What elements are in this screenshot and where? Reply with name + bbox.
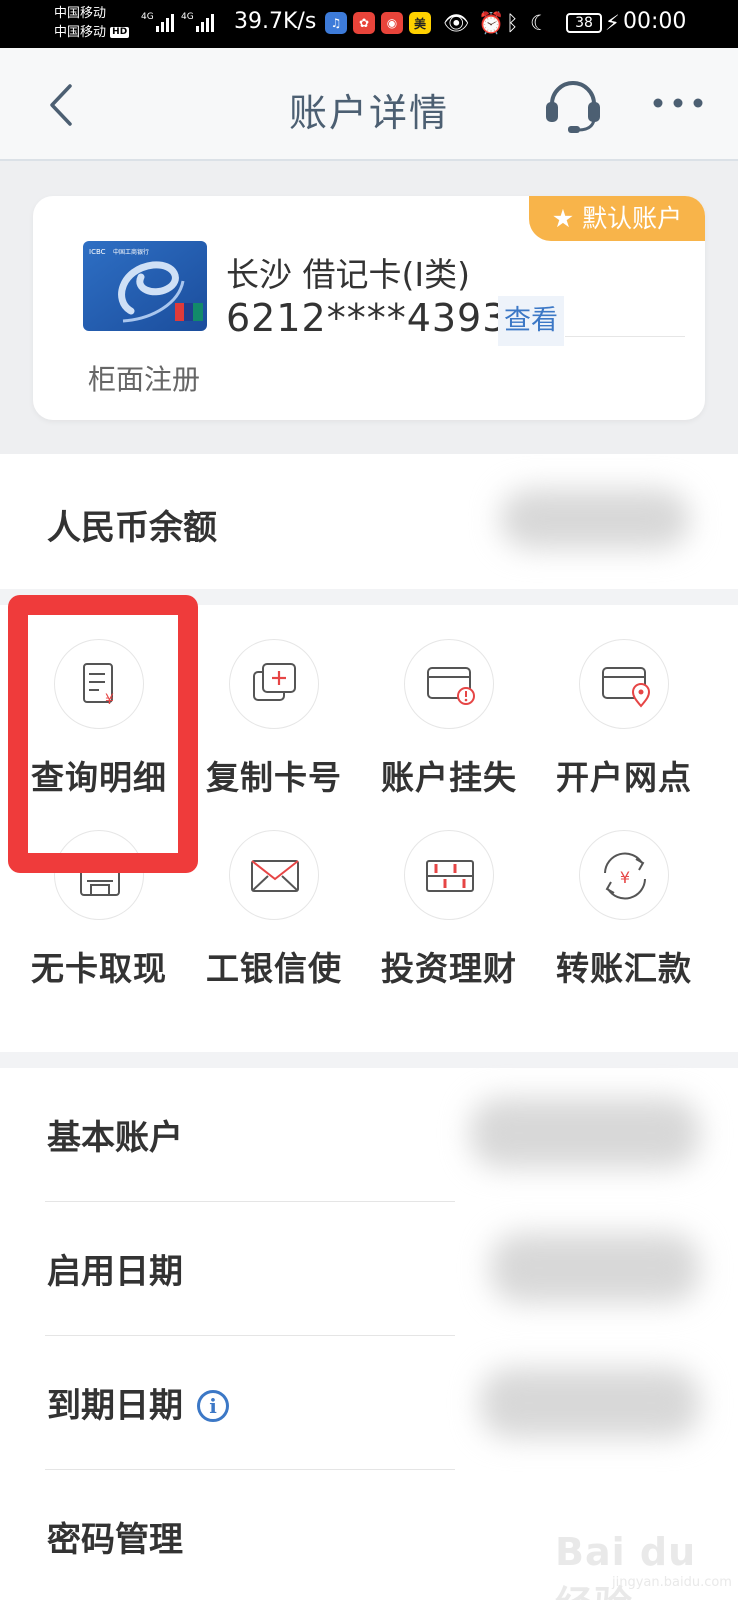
account-card-section: ★ 默认账户 ICBC 中国工商银行 长沙 借记卡(I类) 6212****43… xyxy=(0,161,738,454)
card-brand-text: ICBC xyxy=(89,248,106,256)
detail-row-activation-date: 启用日期 xyxy=(45,1202,455,1336)
function-label: 开户网点 xyxy=(556,758,692,797)
battery-icon: 38 xyxy=(566,13,602,33)
copy-card-icon xyxy=(229,639,319,729)
envelope-icon xyxy=(229,830,319,920)
detail-label: 启用日期 xyxy=(47,1252,183,1292)
report-loss-icon xyxy=(404,639,494,729)
status-bar: 中国移动 中国移动 HD 4G 4G 39.7K/s ♫ ✿ ◉ 美 👁 ⏰ ᛒ… xyxy=(0,0,738,48)
alarm-icon: ⏰ xyxy=(478,11,505,35)
eye-icon: 👁 xyxy=(443,11,470,35)
signal-icon-2 xyxy=(196,14,214,32)
function-label: 转账汇款 xyxy=(556,949,692,988)
bluetooth-icon: ᛒ xyxy=(506,11,519,35)
balance-row: 人民币余额 xyxy=(0,454,738,589)
annotation-highlight-box xyxy=(8,595,198,873)
watermark-url: jingyan.baidu.com xyxy=(612,1575,732,1590)
detail-label: 密码管理 xyxy=(47,1520,183,1560)
bank-card-image: ICBC 中国工商银行 xyxy=(83,241,207,331)
carrier-info: 中国移动 中国移动 HD xyxy=(54,4,130,42)
function-label: 投资理财 xyxy=(381,949,517,988)
network-type-1: 4G xyxy=(141,12,154,22)
transfer-button[interactable]: ¥ 转账汇款 xyxy=(535,820,713,1020)
yen-symbol: ¥ xyxy=(620,868,630,887)
transfer-icon: ¥ xyxy=(579,830,669,920)
blurred-balance-value xyxy=(500,489,690,549)
investment-button[interactable]: 投资理财 xyxy=(360,820,538,1020)
account-card[interactable]: ★ 默认账户 ICBC 中国工商银行 长沙 借记卡(I类) 6212****43… xyxy=(33,196,705,420)
abacus-icon xyxy=(404,830,494,920)
default-account-label: 默认账户 xyxy=(582,204,683,233)
branch-location-button[interactable]: 开户网点 xyxy=(535,605,713,805)
blurred-detail-value xyxy=(490,1233,700,1303)
account-details-list: 基本账户 启用日期 到期日期 i 密码管理 xyxy=(0,1068,738,1600)
detail-row-expiry-date: 到期日期 i xyxy=(45,1336,455,1470)
clock: 00:00 xyxy=(623,9,687,34)
detail-row-password-management[interactable]: 密码管理 xyxy=(45,1470,455,1600)
star-icon: ★ xyxy=(551,204,575,233)
signal-icon xyxy=(156,14,174,32)
info-icon[interactable]: i xyxy=(197,1390,229,1422)
carrier-1: 中国移动 xyxy=(54,6,107,21)
report-loss-button[interactable]: 账户挂失 xyxy=(360,605,538,805)
detail-row-basic-account: 基本账户 xyxy=(45,1068,455,1202)
copy-card-number-button[interactable]: 复制卡号 xyxy=(185,605,363,805)
card-name: 长沙 借记卡(I类) xyxy=(226,255,470,294)
default-account-badge: ★ 默认账户 xyxy=(529,196,705,241)
customer-service-icon[interactable] xyxy=(542,76,604,136)
shop-app-icon: ✿ xyxy=(353,12,375,34)
hd-badge: HD xyxy=(110,27,130,38)
function-label: 复制卡号 xyxy=(206,758,342,797)
meituan-app-icon: 美 xyxy=(409,12,431,34)
detail-label: 基本账户 xyxy=(47,1118,183,1158)
function-label: 无卡取现 xyxy=(31,949,167,988)
card-bank-text: 中国工商银行 xyxy=(113,248,149,256)
network-speed: 39.7K/s xyxy=(234,9,317,34)
navigation-bar: 账户详情 xyxy=(0,48,738,161)
carrier-2: 中国移动 xyxy=(54,25,107,40)
detail-label-text: 到期日期 xyxy=(47,1386,183,1426)
divider xyxy=(565,336,685,337)
icbc-messenger-button[interactable]: 工银信使 xyxy=(185,820,363,1020)
view-card-number-button[interactable]: 查看 xyxy=(498,296,564,346)
blurred-detail-value xyxy=(480,1368,700,1438)
function-label: 工银信使 xyxy=(206,949,342,988)
balance-label: 人民币余额 xyxy=(47,508,217,548)
card-number: 6212****4393 xyxy=(226,296,508,340)
page-title: 账户详情 xyxy=(288,91,449,135)
detail-label: 到期日期 i xyxy=(47,1378,229,1427)
blurred-detail-value xyxy=(470,1098,700,1168)
moon-icon: ☾ xyxy=(530,11,549,35)
music-app-icon: ♫ xyxy=(325,12,347,34)
news-app-icon: ◉ xyxy=(381,12,403,34)
function-label: 账户挂失 xyxy=(381,758,517,797)
branch-location-icon xyxy=(579,639,669,729)
registration-channel: 柜面注册 xyxy=(88,363,201,396)
network-type-2: 4G xyxy=(181,12,194,22)
charging-icon: ⚡ xyxy=(605,11,620,35)
more-options-icon[interactable] xyxy=(650,88,706,118)
